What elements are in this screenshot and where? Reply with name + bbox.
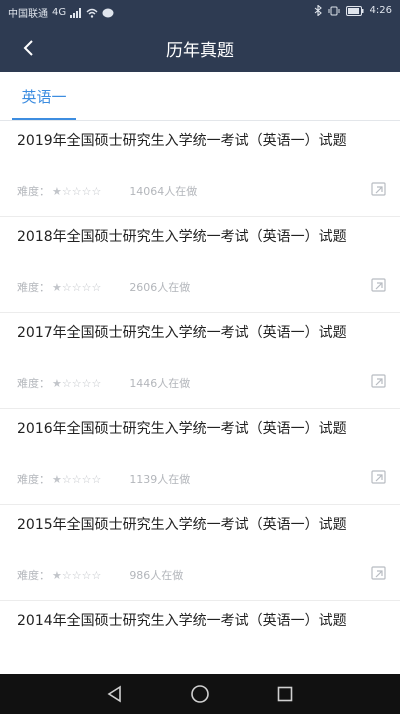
tab-label: 英语一 bbox=[21, 87, 67, 106]
list-item[interactable]: 2019年全国硕士研究生入学统一考试（英语一）试题 难度： ★☆☆☆☆ 1406… bbox=[0, 121, 400, 217]
triangle-back-icon[interactable] bbox=[106, 685, 124, 703]
participant-count: 1446人在做 bbox=[129, 377, 191, 390]
arrow-square-icon[interactable] bbox=[371, 373, 387, 389]
exam-list: 2019年全国硕士研究生入学统一考试（英语一）试题 难度： ★☆☆☆☆ 1406… bbox=[0, 121, 400, 674]
participant-count: 1139人在做 bbox=[129, 473, 191, 486]
exam-title: 2016年全国硕士研究生入学统一考试（英语一）试题 bbox=[17, 421, 347, 437]
list-item[interactable]: 2014年全国硕士研究生入学统一考试（英语一）试题 bbox=[0, 601, 400, 674]
tab-active-indicator bbox=[12, 118, 76, 120]
exam-meta: 难度： ★☆☆☆☆ 1446人在做 bbox=[17, 375, 190, 391]
signal-icon bbox=[70, 7, 82, 18]
battery-icon bbox=[345, 5, 364, 16]
exam-meta: 难度： ★☆☆☆☆ 2606人在做 bbox=[17, 279, 190, 295]
exam-title: 2015年全国硕士研究生入学统一考试（英语一）试题 bbox=[17, 517, 347, 533]
participant-count: 14064人在做 bbox=[129, 185, 198, 198]
vibrate-icon bbox=[328, 6, 340, 15]
exam-meta: 难度： ★☆☆☆☆ 14064人在做 bbox=[17, 183, 197, 199]
difficulty-label: 难度： bbox=[17, 473, 50, 486]
difficulty-label: 难度： bbox=[17, 281, 50, 294]
difficulty-stars: ★☆☆☆☆ bbox=[52, 568, 102, 582]
tab-bar: 英语一 bbox=[0, 72, 400, 121]
exam-meta: 难度： ★☆☆☆☆ 986人在做 bbox=[17, 567, 183, 583]
difficulty-stars: ★☆☆☆☆ bbox=[52, 472, 102, 486]
arrow-square-icon[interactable] bbox=[371, 277, 387, 293]
bluetooth-icon bbox=[314, 5, 322, 16]
network-label: 4G bbox=[52, 7, 67, 18]
participant-count: 986人在做 bbox=[129, 569, 184, 582]
exam-title: 2014年全国硕士研究生入学统一考试（英语一）试题 bbox=[17, 613, 347, 629]
exam-meta: 难度： ★☆☆☆☆ 1139人在做 bbox=[17, 471, 190, 487]
difficulty-label: 难度： bbox=[17, 377, 50, 390]
system-nav-bar bbox=[0, 674, 400, 714]
list-item[interactable]: 2018年全国硕士研究生入学统一考试（英语一）试题 难度： ★☆☆☆☆ 2606… bbox=[0, 217, 400, 313]
difficulty-stars: ★☆☆☆☆ bbox=[52, 376, 102, 390]
arrow-square-icon[interactable] bbox=[371, 181, 387, 197]
status-bar: 中国联通 4G 4:26 bbox=[0, 0, 400, 24]
clock-label: 4:26 bbox=[369, 5, 392, 16]
square-recent-icon[interactable] bbox=[276, 685, 294, 703]
page-title: 历年真题 bbox=[166, 41, 234, 61]
carrier-label: 中国联通 bbox=[8, 9, 48, 20]
difficulty-stars: ★☆☆☆☆ bbox=[52, 184, 102, 198]
participant-count: 2606人在做 bbox=[129, 281, 191, 294]
list-item[interactable]: 2015年全国硕士研究生入学统一考试（英语一）试题 难度： ★☆☆☆☆ 986人… bbox=[0, 505, 400, 601]
tab-english-one[interactable]: 英语一 bbox=[8, 72, 80, 120]
exam-title: 2018年全国硕士研究生入学统一考试（英语一）试题 bbox=[17, 229, 347, 245]
difficulty-stars: ★☆☆☆☆ bbox=[52, 280, 102, 294]
arrow-square-icon[interactable] bbox=[371, 469, 387, 485]
circle-home-icon[interactable] bbox=[190, 684, 210, 704]
list-item[interactable]: 2016年全国硕士研究生入学统一考试（英语一）试题 难度： ★☆☆☆☆ 1139… bbox=[0, 409, 400, 505]
exam-title: 2017年全国硕士研究生入学统一考试（英语一）试题 bbox=[17, 325, 347, 341]
wifi-icon bbox=[86, 8, 98, 18]
app-header: 历年真题 bbox=[0, 24, 400, 72]
arrow-square-icon[interactable] bbox=[371, 565, 387, 581]
list-item[interactable]: 2017年全国硕士研究生入学统一考试（英语一）试题 难度： ★☆☆☆☆ 1446… bbox=[0, 313, 400, 409]
difficulty-label: 难度： bbox=[17, 185, 50, 198]
difficulty-label: 难度： bbox=[17, 569, 50, 582]
exam-title: 2019年全国硕士研究生入学统一考试（英语一）试题 bbox=[17, 133, 347, 149]
message-icon bbox=[102, 8, 114, 17]
